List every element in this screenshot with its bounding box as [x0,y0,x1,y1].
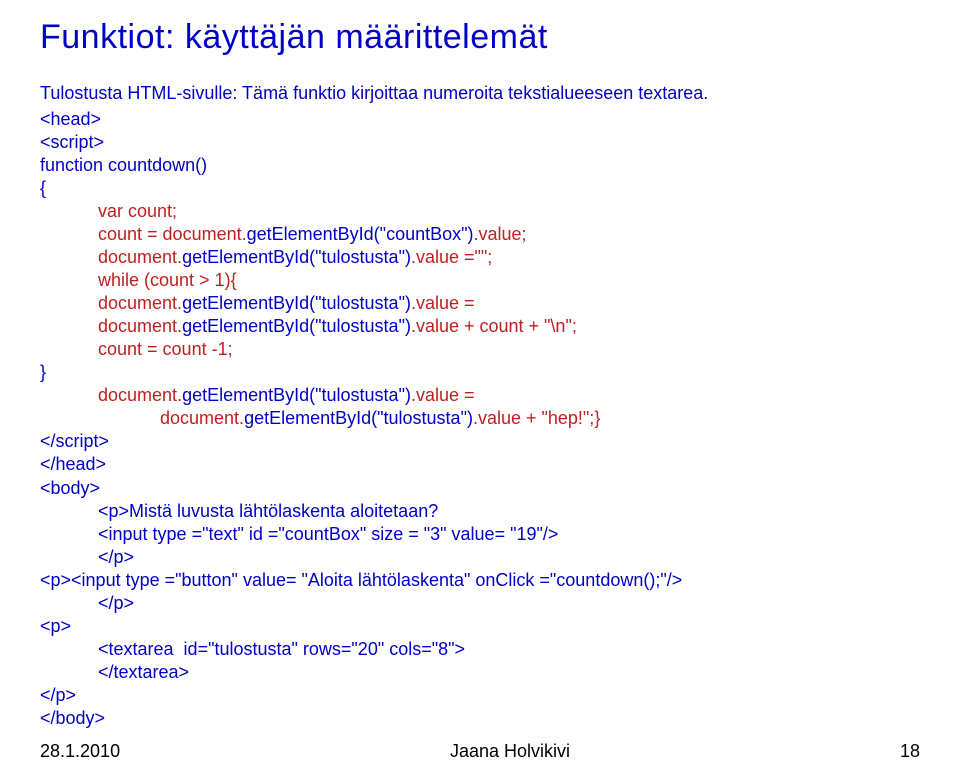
code-line: count = document. [98,224,247,244]
code-line: </textarea> [98,662,189,682]
code-line: <body> [40,478,100,498]
code-line: </script> [40,431,109,451]
code-line: </body> [40,708,105,728]
code-line: document. [160,408,244,428]
code-line: </head> [40,454,106,474]
code-line: } [40,362,46,382]
footer-date: 28.1.2010 [40,741,120,762]
intro-text: Tulostusta HTML-sivulle: Tämä funktio ki… [40,83,920,104]
code-line: .value; [474,224,527,244]
code-line: <head> [40,109,101,129]
code-line: var count; [98,201,177,221]
code-line: .value + "hep!";} [473,408,600,428]
code-line: getElementById("countBox") [247,224,474,244]
code-line: getElementById("tulostusta") [182,293,411,313]
code-line: .value =""; [411,247,492,267]
code-line: .value = [411,293,475,313]
code-line: document. [98,385,182,405]
footer-page: 18 [900,741,920,762]
code-line: document. [98,293,182,313]
code-line: <textarea id="tulostusta" rows="20" cols… [98,639,465,659]
code-line: </p> [98,593,134,613]
code-line: getElementById("tulostusta") [182,247,411,267]
footer: 28.1.2010 Jaana Holvikivi 18 [40,741,920,762]
code-line: getElementById("tulostusta") [182,385,411,405]
code-line: getElementById("tulostusta") [244,408,473,428]
slide-title: Funktiot: käyttäjän määrittelemät [40,18,920,57]
code-line: <p><input type ="button" value= "Aloita … [40,570,682,590]
code-block: <head> <script> function countdown() { v… [40,108,920,730]
code-line: <p>Mistä luvusta lähtölaskenta aloitetaa… [98,501,438,521]
code-line: <input type ="text" id ="countBox" size … [98,524,558,544]
code-line: .value + count + "\n"; [411,316,577,336]
code-line: function countdown() [40,155,207,175]
code-line: .value = [411,385,475,405]
code-line: </p> [40,685,76,705]
code-line: document. [98,247,182,267]
footer-author: Jaana Holvikivi [120,741,900,762]
code-line: count = count -1; [98,339,233,359]
code-line: <script> [40,132,104,152]
code-line: { [40,178,46,198]
code-line: while (count > 1){ [98,270,237,290]
code-line: <p> [40,616,71,636]
code-line: document. [98,316,182,336]
code-line: </p> [98,547,134,567]
code-line: getElementById("tulostusta") [182,316,411,336]
